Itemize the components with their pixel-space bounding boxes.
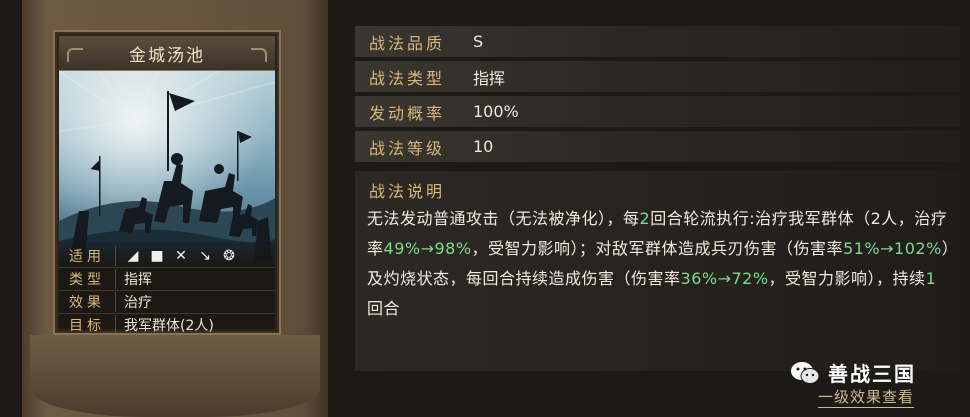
info-label: 战法类型: [369, 68, 446, 88]
watermark-text: 善战三国: [828, 362, 916, 386]
stat-value: 指挥: [124, 272, 152, 288]
description-text: 无法发动普通攻击（无法被净化），每2回合轮流执行:治疗我军群体（2人，治疗率49…: [367, 204, 952, 324]
info-value: 指挥: [473, 68, 506, 88]
info-row-quality: 战法品质 S: [355, 26, 960, 57]
tactic-artwork: [59, 71, 275, 267]
info-row-type: 战法类型 指挥: [355, 61, 960, 92]
watermark: 善战三国: [790, 358, 916, 387]
shield-icon: ■: [150, 248, 164, 264]
description-segment: ，受智力影响），持续: [768, 269, 926, 288]
stat-label: 类型: [59, 269, 116, 289]
corner-ornament-right: [251, 48, 267, 62]
description-highlight: 2: [639, 209, 651, 228]
description-highlight: 49%→98%: [383, 239, 472, 258]
card-title-bar: 金城汤池: [59, 36, 275, 71]
chariot-icon: ❂: [223, 248, 235, 264]
description-highlight: 1: [925, 269, 937, 288]
info-label: 发动概率: [369, 103, 446, 123]
card-title: 金城汤池: [129, 45, 205, 66]
info-value: S: [473, 32, 484, 51]
stat-label: 适用: [59, 246, 116, 266]
stat-row-type: 类型 指挥: [59, 268, 275, 291]
stat-label: 效果: [59, 292, 116, 312]
description-segment: 回合: [367, 299, 401, 318]
tactic-card[interactable]: 金城汤池 适用 ◢ ■ ✕ ↘ ❂ 类型 指挥 效果 治疗 目标 我军群体(2人…: [53, 30, 281, 335]
cavalry-artwork: [59, 71, 275, 267]
info-row-level: 战法等级 10: [355, 131, 960, 162]
stat-row-target: 目标 我军群体(2人): [59, 314, 275, 336]
description-highlight: 36%→72%: [680, 269, 769, 288]
description-segment: ，受智力影响）；对敌军群体造成兵刃伤害（伤害率: [471, 239, 844, 258]
cavalry-icon: ◢: [127, 248, 139, 264]
description-title: 战法说明: [369, 182, 446, 201]
archer-icon: ✕: [175, 248, 187, 264]
info-label: 战法品质: [369, 33, 446, 53]
info-row-probability: 发动概率 100%: [355, 96, 960, 127]
stat-value: 我军群体(2人): [124, 318, 214, 334]
wechat-icon: [791, 361, 820, 384]
stat-row-effect: 效果 治疗: [59, 291, 275, 314]
info-value: 100%: [473, 102, 519, 121]
view-effect-link[interactable]: 一级效果查看: [818, 386, 915, 408]
corner-ornament-left: [67, 48, 83, 62]
scroll-bottom: [30, 335, 320, 417]
troop-icons: ◢ ■ ✕ ↘ ❂: [116, 247, 238, 265]
description-segment: 无法发动普通攻击（无法被净化），每: [367, 209, 640, 228]
card-stats: 适用 ◢ ■ ✕ ↘ ❂ 类型 指挥 效果 治疗 目标 我军群体(2人): [59, 242, 275, 335]
info-label: 战法等级: [369, 138, 446, 158]
description-highlight: 51%→102%: [843, 239, 942, 258]
stat-label: 目标: [59, 315, 116, 335]
stat-value: 治疗: [124, 295, 152, 311]
stat-row-applicable: 适用 ◢ ■ ✕ ↘ ❂: [59, 245, 275, 268]
info-value: 10: [473, 137, 494, 156]
description-panel: 战法说明 无法发动普通攻击（无法被净化），每2回合轮流执行:治疗我军群体（2人，…: [355, 171, 960, 371]
spear-icon: ↘: [199, 248, 211, 264]
